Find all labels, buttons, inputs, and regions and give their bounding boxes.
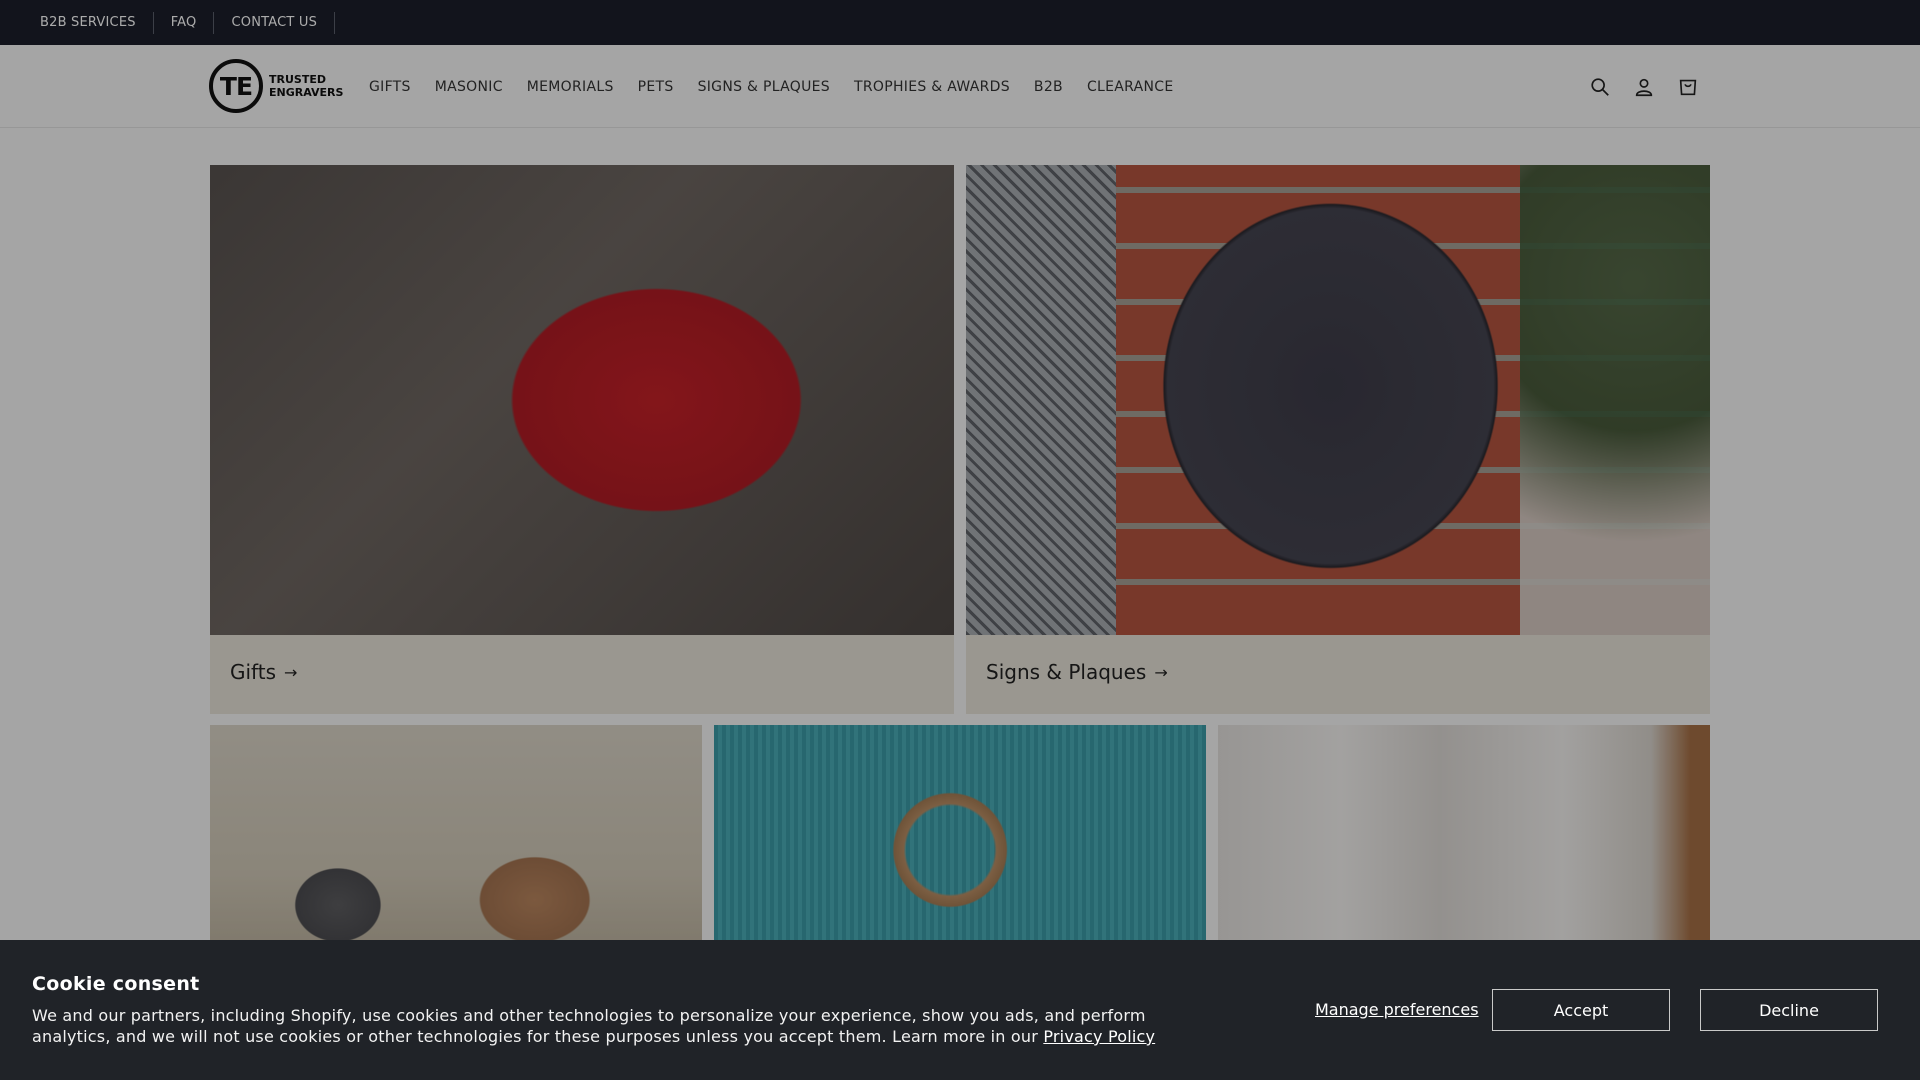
cookie-body: We and our partners, including Shopify, … <box>32 1005 1212 1047</box>
privacy-policy-link[interactable]: Privacy Policy <box>1043 1027 1155 1046</box>
cookie-title: Cookie consent <box>32 973 200 995</box>
manage-preferences-link[interactable]: Manage preferences <box>1315 1000 1479 1019</box>
cookie-banner: Cookie consent We and our partners, incl… <box>0 940 1920 1080</box>
cookie-body-text: We and our partners, including Shopify, … <box>32 1006 1146 1046</box>
accept-button[interactable]: Accept <box>1492 989 1670 1031</box>
modal-backdrop <box>0 0 1920 1080</box>
decline-button[interactable]: Decline <box>1700 989 1878 1031</box>
